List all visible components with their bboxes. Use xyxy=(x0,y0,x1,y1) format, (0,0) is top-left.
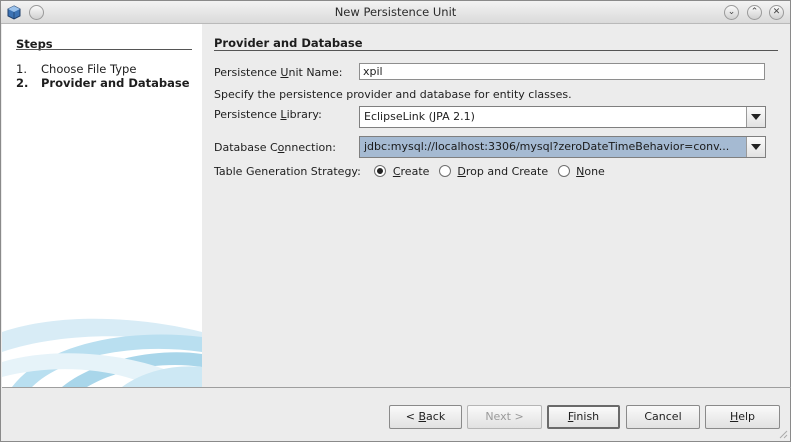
panel-description: Specify the persistence provider and dat… xyxy=(214,88,572,101)
library-label: Persistence Library: xyxy=(214,108,322,121)
steps-divider xyxy=(16,49,192,50)
minimize-icon[interactable]: ⌄ xyxy=(724,5,739,20)
steps-panel: Steps 1. Choose File Type 2. Provider and … xyxy=(2,24,202,387)
maximize-icon[interactable]: ⌃ xyxy=(747,5,762,20)
panel-title: Provider and Database xyxy=(214,36,363,50)
persistence-library-select[interactable]: EclipseLink (JPA 2.1) xyxy=(359,106,766,128)
help-button[interactable]: Help xyxy=(705,405,780,429)
back-button[interactable]: < Back xyxy=(389,405,462,429)
radio-button-create[interactable] xyxy=(374,165,387,177)
radio-drop-and-create[interactable]: Drop and Create xyxy=(438,165,552,178)
radio-button-drop-and-create[interactable] xyxy=(438,165,451,177)
button-bar-separator xyxy=(2,387,791,388)
table-generation-strategy: Table Generation Strategy: Create Drop a… xyxy=(214,165,605,181)
unit-name-input[interactable]: xpil xyxy=(359,63,765,80)
next-button[interactable]: Next > xyxy=(467,405,542,429)
step-provider-and-database: 2. Provider and Database xyxy=(16,76,190,90)
title-bar[interactable]: New Persistence Unit ⌄ ⌃ ✕ xyxy=(1,1,790,24)
close-icon[interactable]: ✕ xyxy=(769,5,784,20)
resize-grip-icon[interactable] xyxy=(778,429,788,439)
window-title: New Persistence Unit xyxy=(334,5,457,19)
database-connection-select[interactable]: jdbc:mysql://localhost:3306/mysql?zeroDa… xyxy=(359,136,766,158)
unit-name-label: Persistence Unit Name: xyxy=(214,66,343,79)
panel-divider xyxy=(214,50,778,51)
chevron-down-icon[interactable] xyxy=(746,137,765,157)
step-choose-file-type: 1. Choose File Type xyxy=(16,62,137,76)
finish-button[interactable]: Finish xyxy=(547,405,620,429)
radio-none[interactable]: None xyxy=(557,165,605,178)
cancel-button[interactable]: Cancel xyxy=(626,405,700,429)
radio-button-none[interactable] xyxy=(557,165,570,177)
provider-database-panel: Provider and Database Persistence Unit N… xyxy=(202,24,790,387)
persistence-library-value: EclipseLink (JPA 2.1) xyxy=(364,110,475,123)
database-connection-value: jdbc:mysql://localhost:3306/mysql?zeroDa… xyxy=(360,137,746,157)
connection-label: Database Connection: xyxy=(214,141,336,154)
strategy-label: Table Generation Strategy: xyxy=(214,165,361,178)
chevron-down-icon[interactable] xyxy=(746,107,765,127)
radio-create[interactable]: Create xyxy=(374,165,433,178)
dialog-window: New Persistence Unit ⌄ ⌃ ✕ Steps 1. Choos… xyxy=(0,0,791,442)
wizard-swoosh-graphic xyxy=(2,318,202,387)
